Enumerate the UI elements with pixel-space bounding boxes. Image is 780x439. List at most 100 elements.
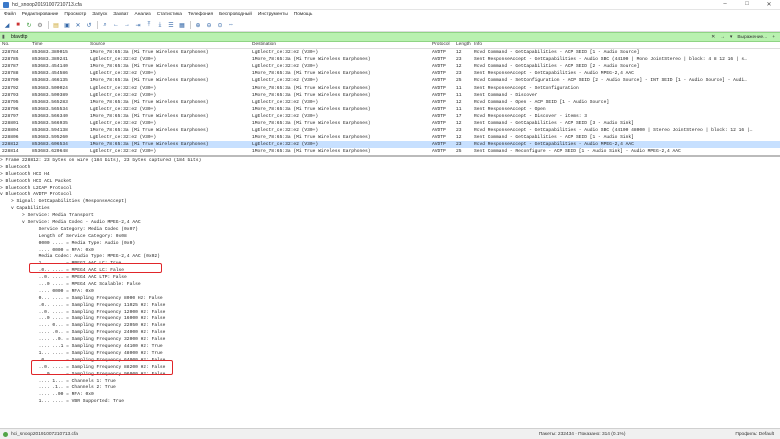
detail-tree-item[interactable]: 1... .... = VBR Supported: True [0,399,780,406]
packet-row[interactable]: 228785 853683.389241 LgElectr_ce:32:e2 (V3… [0,56,780,63]
detail-tree-item[interactable]: > Bluetooth L2CAP Protocol [0,186,780,193]
detail-tree-item[interactable]: Service Category: Media Codec (0x07) [0,227,780,234]
menu-wireless[interactable]: Беспроводный [219,12,252,17]
clear-filter-icon[interactable]: ✕ [711,35,715,40]
menu-telephony[interactable]: Телефония [188,12,213,17]
menu-tools[interactable]: Инструменты [258,12,288,17]
menu-capture[interactable]: Захват [113,12,128,17]
toolbar-separator [97,21,98,29]
packet-destination: 1More_78:65:3a (Mi True Wireless Earphon… [252,106,371,112]
menu-help[interactable]: Помощь [294,12,313,17]
packet-row[interactable]: 228788 853683.454586 LgElectr_ce:32:e2 (V3… [0,70,780,77]
detail-tree-item[interactable]: .... 1... = Channels 1: True [0,379,780,386]
go-to-icon[interactable]: ⇥ [134,21,142,29]
packet-destination: LgElectr_ce:32:e2 (V30+) [252,78,319,84]
column-header-protocol[interactable]: Protocol [432,42,456,47]
packet-row[interactable]: 228806 853683.595260 LgElectr_ce:32:e2 (V3… [0,134,780,141]
save-icon[interactable]: ▣ [63,21,71,29]
column-header-no[interactable]: No. [0,42,32,47]
detail-tree-item[interactable]: .... ...1 = Sampling Frequency 44100 Hz:… [0,344,780,351]
column-header-destination[interactable]: Destination [252,42,432,47]
autoscroll-icon[interactable]: ☰ [167,21,175,29]
packet-row[interactable]: 228797 853683.566340 1More_78:65:3a (Mi Tr… [0,113,780,120]
reload-icon[interactable]: ↺ [85,21,93,29]
detail-tree-item[interactable]: .... .1.. = Channels 2: True [0,385,780,392]
zoom-out-icon[interactable]: ⊖ [205,21,213,29]
add-filter-button[interactable]: + [772,35,775,40]
expression-button[interactable]: Выражение... [737,35,767,40]
detail-tree-item[interactable]: 1... .... = Sampling Frequency 48000 Hz:… [0,351,780,358]
detail-tree-item[interactable]: > Bluetooth HCI H4 [0,172,780,179]
window-controls: – □ ✕ [714,1,780,8]
packet-row[interactable]: 228812 853683.606534 1More_78:65:3a (Mi Tr… [0,141,780,149]
detail-tree-item[interactable]: v Capabilities [0,206,780,213]
detail-tree-item[interactable]: .... 0000 = RFA: 0x0 [0,289,780,296]
packet-row[interactable]: 228801 853683.566935 LgElectr_ce:32:e2 (V3… [0,120,780,127]
menu-file[interactable]: Файл [4,12,16,17]
apply-filter-icon[interactable]: → [720,35,725,40]
packet-destination: LgElectr_ce:32:e2 (V30+) [252,113,319,119]
column-header-length[interactable]: Length [456,42,474,47]
highlight-annotation-sampling [31,360,173,375]
normal-size-icon[interactable]: ⊙ [216,21,224,29]
colorize-icon[interactable]: ▦ [178,21,186,29]
column-header-info[interactable]: Info [474,42,780,47]
filter-dropdown-icon[interactable]: ▾ [730,35,732,40]
menu-go[interactable]: Запуск [92,12,107,17]
menu-statistics[interactable]: Статистика [157,12,182,17]
zoom-in-icon[interactable]: ⊕ [194,21,202,29]
packet-row[interactable]: 228784 853683.389015 1More_78:65:3a (Mi Tr… [0,49,780,56]
first-icon[interactable]: ⤒ [145,21,153,29]
packet-time: 853683.620648 [32,149,68,155]
detail-tree-item[interactable]: > Service: Media Transport [0,213,780,220]
maximize-icon[interactable]: □ [736,1,758,8]
find-icon[interactable]: ⌕ [101,21,109,29]
detail-tree-item[interactable]: .0.. .... = Sampling Frequency 11025 Hz:… [0,303,780,310]
last-icon[interactable]: ⤓ [156,21,164,29]
packet-row[interactable]: 228804 853683.594138 1More_78:65:3a (Mi Tr… [0,127,780,134]
packet-length: 12 [456,64,462,70]
start-capture-icon[interactable]: ◢ [3,21,11,29]
resize-columns-icon[interactable]: ⇔ [227,21,235,29]
menu-view[interactable]: Просмотр [64,12,86,17]
back-icon[interactable]: ← [112,21,120,29]
expert-info-icon[interactable] [3,431,8,437]
packet-destination: LgElectr_ce:32:e2 (V30+) [252,64,319,70]
stop-capture-icon[interactable]: ■ [14,21,22,29]
detail-tree-item[interactable]: ...0 .... = MPEG4 AAC Scalable: False [0,282,780,289]
column-header-time[interactable]: Time [32,42,90,47]
detail-tree-item[interactable]: 0000 .... = Media Type: Audio (0x0) [0,241,780,248]
detail-tree-item[interactable]: ..0. .... = MPEG4 AAC LTP: False [0,275,780,282]
close-file-icon[interactable]: ✕ [74,21,82,29]
status-profile[interactable]: Профиль: Default [735,432,774,437]
minimize-icon[interactable]: – [714,1,736,8]
bookmark-icon[interactable]: ▮ [2,34,8,40]
packet-row[interactable]: 228795 853683.565283 1More_78:65:3a (Mi Tr… [0,99,780,106]
detail-tree-item[interactable]: > Bluetooth [0,165,780,172]
detail-tree-item[interactable]: > Frame 228812: 23 bytes on wire (184 bi… [0,158,780,165]
packet-row[interactable]: 228792 853683.500024 LgElectr_ce:32:e2 (V3… [0,84,780,91]
packet-time: 853683.454586 [32,71,68,77]
packet-row[interactable]: 228814 853683.620648 LgElectr_ce:32:e2 (V3… [0,148,780,155]
detail-tree-item[interactable]: v Service: Media Codec - Audio MPEG-2,4 … [0,220,780,227]
detail-tree-item[interactable]: > Bluetooth HCI ACL Packet [0,179,780,186]
options-icon[interactable]: ⚙ [36,21,44,29]
detail-tree-item[interactable]: 0... .... = Sampling Frequency 8000 Hz: … [0,296,780,303]
display-filter-input[interactable]: btavdtp [11,34,27,40]
detail-tree-item[interactable]: Length of Service Category: 0x08 [0,234,780,241]
menu-analyze[interactable]: Анализ [135,12,151,17]
menu-edit[interactable]: Редактирование [22,12,59,17]
detail-tree-item[interactable]: .... ..0. = Sampling Frequency 32000 Hz:… [0,337,780,344]
open-file-icon[interactable]: ▤ [52,21,60,29]
column-header-source[interactable]: Source [90,42,252,47]
packet-row[interactable]: 228790 853683.466135 1More_78:65:3a (Mi Tr… [0,77,780,84]
close-icon[interactable]: ✕ [758,1,780,8]
forward-icon[interactable]: → [123,21,131,29]
packet-row[interactable]: 228796 853683.565534 LgElectr_ce:32:e2 (V3… [0,106,780,113]
packet-row[interactable]: 228787 853683.454140 1More_78:65:3a (Mi Tr… [0,63,780,70]
packet-row[interactable]: 228793 853683.500389 LgElectr_ce:32:e2 (V3… [0,92,780,99]
packet-protocol: AVDTP [432,78,446,84]
packet-protocol: AVDTP [432,149,446,155]
detail-tree-item[interactable]: > Signal: GetCapabilities (ResponseAccep… [0,199,780,206]
restart-capture-icon[interactable]: ↻ [25,21,33,29]
